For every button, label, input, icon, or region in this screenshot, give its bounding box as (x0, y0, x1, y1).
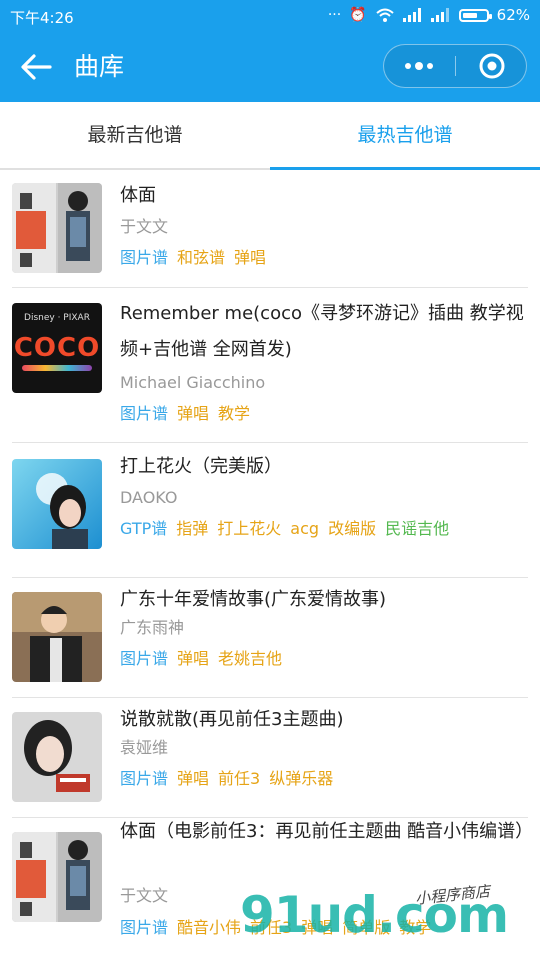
song-title: 打上花火（完美版） (120, 456, 282, 477)
song-item[interactable]: 广东十年爱情故事(广东爱情故事) 广东雨神 图片谱 弹唱 老姚吉他 (0, 578, 540, 698)
song-tag[interactable]: 教学 (218, 404, 250, 423)
song-tags: 图片谱 和弦谱 弹唱 (120, 243, 275, 273)
target-close-icon (479, 53, 505, 79)
cover-brand-text: Disney · PIXAR (24, 313, 90, 323)
song-tag[interactable]: 弹唱 (177, 404, 209, 423)
song-tag[interactable]: 前任3 (218, 769, 260, 788)
song-tag[interactable]: 弹唱 (177, 769, 209, 788)
song-tag[interactable]: 指弹 (176, 519, 208, 538)
song-title: 体面 (120, 185, 156, 206)
alarm-icon: ⏰ (349, 7, 367, 23)
more-button[interactable] (384, 45, 454, 87)
song-tag[interactable]: 老姚吉他 (218, 649, 282, 668)
song-tag[interactable]: 图片谱 (120, 404, 168, 423)
song-title: Remember me(coco《寻梦环游记》插曲 教学视频+吉他谱 全网首发) (120, 303, 524, 360)
status-bar: 下午4:26 ··· ⏰ 62% (0, 0, 540, 32)
song-cover (12, 592, 102, 682)
battery-fill (462, 12, 477, 18)
song-tags: GTP谱 指弹 打上花火 acg 改编版 民谣吉他 (120, 514, 458, 544)
page-title: 曲库 (74, 52, 125, 81)
song-title: 说散就散(再见前任3主题曲) (120, 709, 344, 730)
song-tag[interactable]: 民谣吉他 (385, 519, 449, 538)
capsule-divider (455, 56, 456, 76)
cover-image-guangdong (12, 592, 102, 682)
cover-image-daoko (12, 459, 102, 549)
cover-title-text: COCO (13, 333, 101, 363)
song-tag[interactable]: 和弦谱 (177, 248, 225, 267)
cover-image-timian-2 (12, 832, 102, 922)
status-icons: ··· ⏰ 62% (328, 6, 530, 24)
song-tag[interactable]: acg (290, 519, 319, 538)
song-artist: 于文文 (120, 886, 169, 905)
nav-bar: 曲库 (0, 32, 540, 102)
song-tags: 图片谱 弹唱 前任3 纵弹乐器 (120, 764, 342, 794)
battery-percent: 62% (496, 6, 530, 24)
song-tag[interactable]: 弹唱 (234, 248, 266, 267)
cell-signal-2-icon (430, 8, 449, 22)
back-arrow-icon[interactable] (18, 50, 54, 84)
cover-decoration (22, 365, 92, 371)
tab-latest-label: 最新吉他谱 (87, 124, 183, 146)
song-artist: 于文文 (120, 217, 169, 236)
song-item[interactable]: 说散就散(再见前任3主题曲) 袁娅维 图片谱 弹唱 前任3 纵弹乐器 (0, 698, 540, 818)
song-tag[interactable]: 图片谱 (120, 918, 168, 937)
close-mini-program-button[interactable] (458, 45, 526, 87)
cover-image-shuosan (12, 712, 102, 802)
song-artist: Michael Giacchino (120, 373, 266, 392)
song-tag[interactable]: 图片谱 (120, 769, 168, 788)
wifi-icon (375, 8, 394, 22)
song-item[interactable]: 体面 于文文 图片谱 和弦谱 弹唱 (0, 172, 540, 288)
song-cover: Disney · PIXAR COCO (12, 303, 102, 393)
cover-image-timian (12, 183, 102, 273)
song-cover (12, 832, 102, 922)
song-tags: 图片谱 弹唱 老姚吉他 (120, 644, 291, 674)
cell-signal-icon (402, 8, 421, 22)
song-tag[interactable]: 打上花火 (217, 519, 281, 538)
status-time: 下午4:26 (10, 9, 74, 27)
more-dots-icon (405, 62, 433, 70)
song-title: 体面（电影前任3：再见前任主题曲 酷音小伟编谱） (120, 821, 534, 842)
song-tag[interactable]: GTP谱 (120, 519, 167, 538)
active-tab-indicator (270, 167, 540, 170)
song-cover (12, 183, 102, 273)
tab-bar: 最新吉他谱 最热吉他谱 (0, 102, 540, 170)
watermark: 91ud.com 小程序商店 (240, 880, 540, 960)
song-tag[interactable]: 酷音小伟 (177, 918, 241, 937)
tab-latest[interactable]: 最新吉他谱 (0, 102, 270, 168)
battery-tip (488, 13, 492, 19)
song-tags: 图片谱 弹唱 教学 (120, 399, 259, 429)
song-cover (12, 712, 102, 802)
song-tag[interactable]: 图片谱 (120, 248, 168, 267)
song-tag[interactable]: 纵弹乐器 (269, 769, 333, 788)
song-item[interactable]: 打上花火（完美版） DAOKO GTP谱 指弹 打上花火 acg 改编版 民谣吉他 (0, 443, 540, 578)
battery-icon (458, 8, 492, 22)
tab-hottest[interactable]: 最热吉他谱 (270, 102, 540, 170)
mini-program-capsule (383, 44, 527, 88)
song-tag[interactable]: 弹唱 (177, 649, 209, 668)
song-item[interactable]: Disney · PIXAR COCO Remember me(coco《寻梦环… (0, 288, 540, 443)
signal-dots-icon: ··· (327, 7, 342, 23)
song-cover (12, 459, 102, 549)
song-artist: DAOKO (120, 488, 178, 507)
song-artist: 袁娅维 (120, 738, 169, 757)
song-tag[interactable]: 图片谱 (120, 649, 168, 668)
tab-hottest-label: 最热吉他谱 (357, 124, 453, 146)
song-tag[interactable]: 改编版 (328, 519, 376, 538)
song-artist: 广东雨神 (120, 618, 185, 637)
